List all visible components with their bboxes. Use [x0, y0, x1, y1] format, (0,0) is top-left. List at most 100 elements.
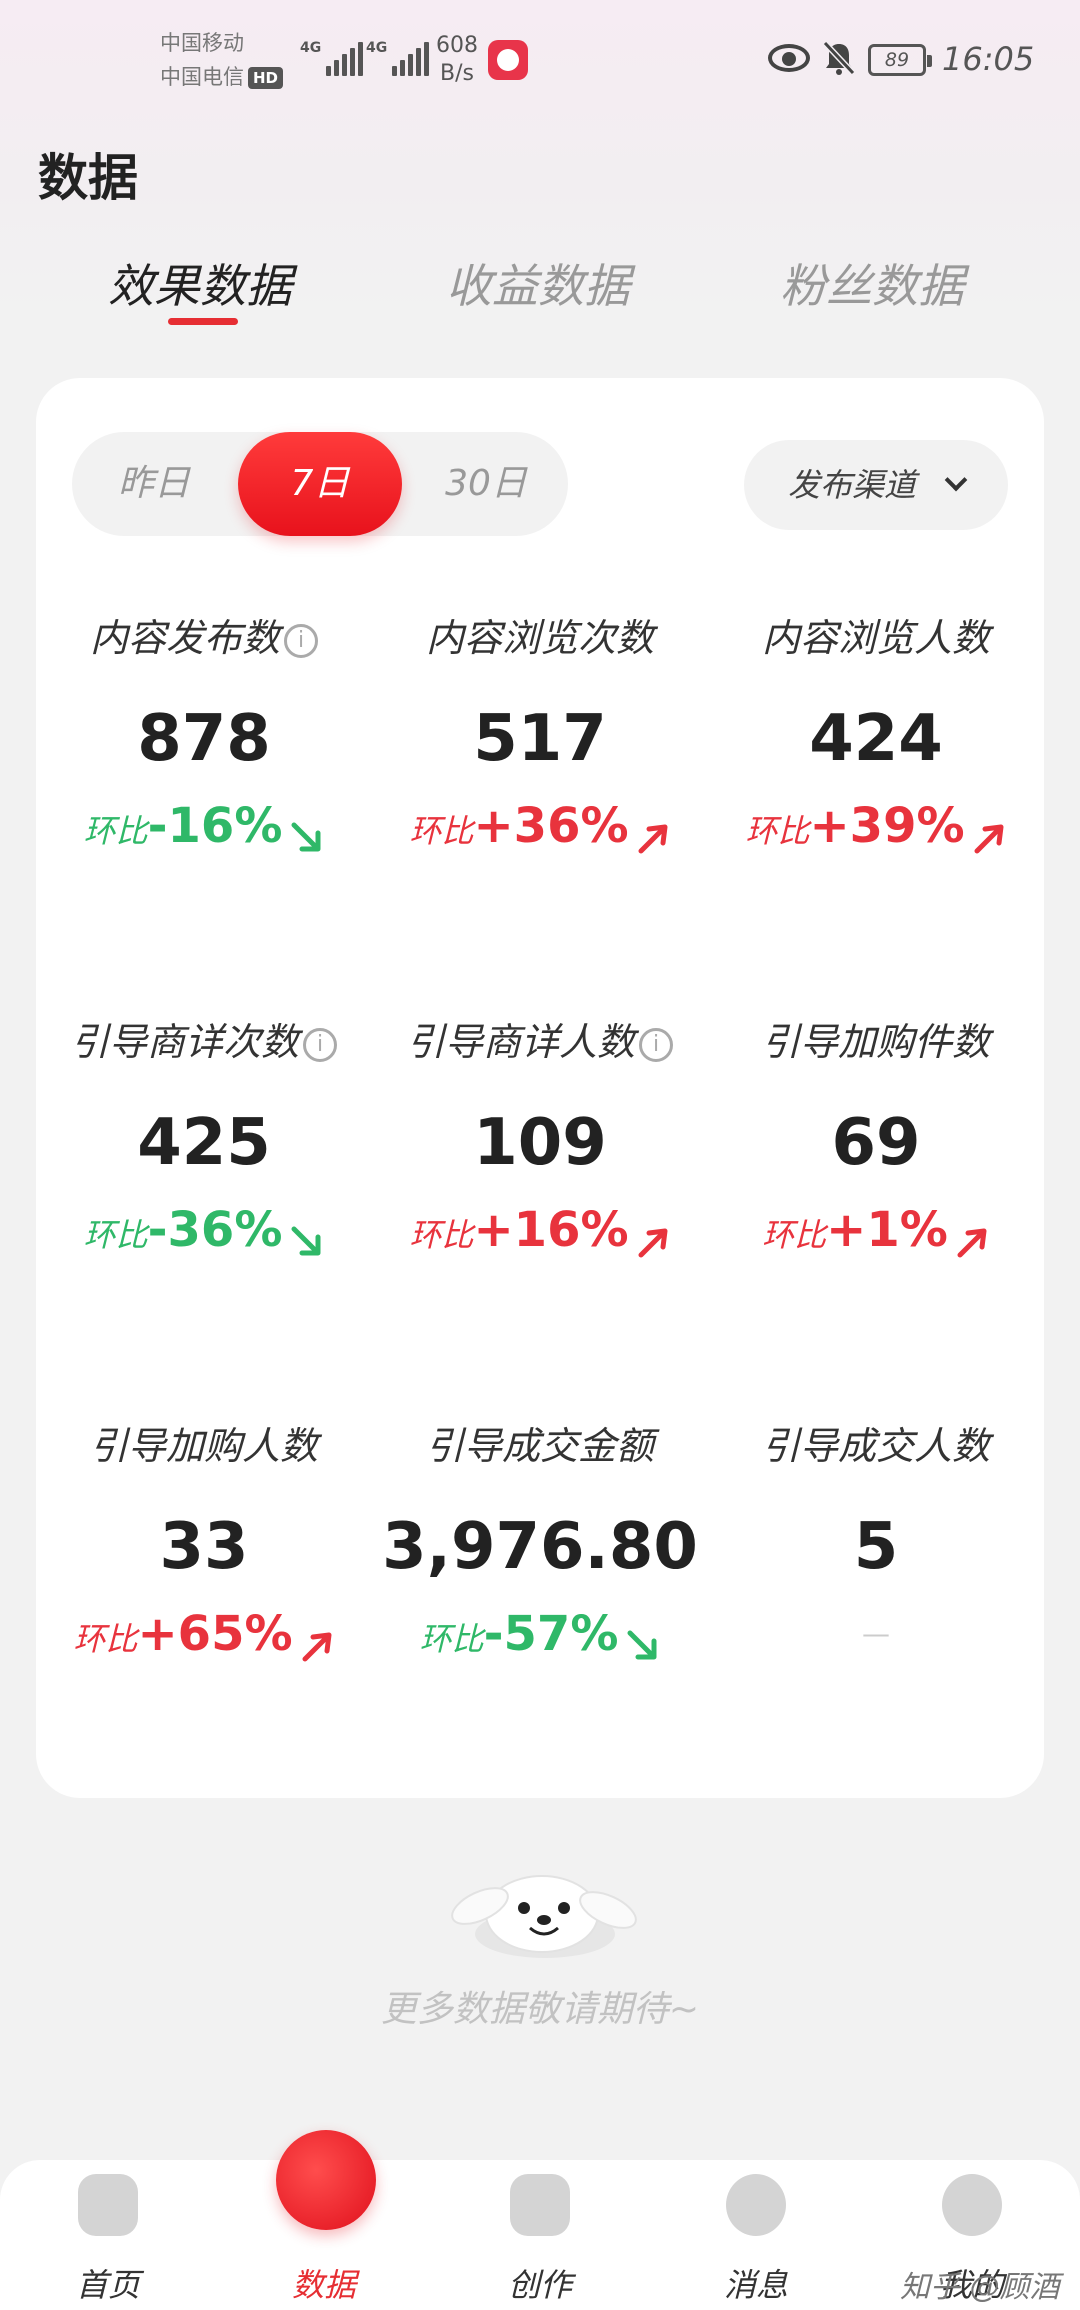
change-prefix: 环比	[409, 812, 474, 850]
change-percent: +65%	[137, 1606, 293, 1662]
metric-value: 109	[473, 1106, 607, 1180]
metric-label: 引导加购件数	[761, 1020, 990, 1064]
bell-muted-icon	[822, 40, 856, 76]
metric-change: 环比+16%	[372, 1202, 708, 1258]
metric-tile: 内容发布数 i 878 环比-16%	[36, 612, 372, 854]
nav-home-label: 首页	[75, 2266, 140, 2304]
metric-tile: 引导商详人数 i 109 环比+16%	[372, 1016, 708, 1258]
tab-bar: 效果数据 收益数据 粉丝数据	[0, 250, 1080, 340]
metric-value: 69	[831, 1106, 921, 1180]
metric-value: 424	[809, 702, 943, 776]
info-icon[interactable]: i	[303, 1027, 337, 1062]
mascot-dog-illustration	[451, 1875, 637, 1958]
change-prefix: 环比	[83, 812, 148, 850]
data-chart-icon	[276, 2130, 376, 2230]
metric-value: 517	[473, 702, 607, 776]
change-prefix: 环比	[745, 812, 810, 850]
info-icon[interactable]: i	[639, 1027, 673, 1062]
metric-label: 引导商详次数 i	[36, 1016, 372, 1068]
period-30-days[interactable]: 30日	[404, 432, 568, 536]
carrier-info: 中国移动 中国电信 HD	[160, 26, 284, 94]
channel-filter-dropdown[interactable]: 发布渠道	[744, 440, 1008, 530]
trend-down-arrow-icon	[291, 1226, 321, 1255]
tab-fans-data[interactable]: 粉丝数据	[780, 250, 964, 316]
network-speed: 608 B/s	[436, 33, 478, 86]
change-prefix: 环比	[83, 1216, 148, 1254]
metric-change: 环比-36%	[36, 1202, 372, 1258]
metric-label: 引导加购人数	[89, 1424, 318, 1468]
metric-change: 环比-57%	[372, 1606, 708, 1662]
metric-change: 环比+65%	[36, 1606, 372, 1662]
carrier-1: 中国移动	[160, 31, 244, 55]
metric-label: 内容浏览次数	[425, 616, 654, 660]
more-data-coming-note: 更多数据敬请期待~	[380, 1989, 700, 2030]
metric-value: 5	[853, 1510, 899, 1584]
signal-strength-icon: 4G	[366, 40, 430, 76]
change-prefix: 环比	[762, 1216, 827, 1254]
eye-icon	[768, 44, 810, 72]
change-percent: +16%	[473, 1202, 629, 1258]
nav-messages-label: 消息	[723, 2266, 788, 2304]
change-prefix: 环比	[409, 1216, 474, 1254]
metric-value: 3,976.80	[382, 1510, 698, 1584]
tab-revenue-data[interactable]: 收益数据	[446, 250, 630, 316]
trend-down-arrow-icon	[627, 1630, 657, 1659]
carrier-2: 中国电信	[160, 65, 244, 89]
metric-label: 内容发布数 i	[36, 612, 372, 664]
metric-change: —	[862, 1617, 890, 1650]
app-notification-icon	[488, 40, 528, 80]
tab-effect-data[interactable]: 效果数据	[108, 250, 292, 316]
clock: 16:05	[942, 40, 1035, 78]
trend-up-arrow-icon	[974, 824, 1004, 853]
trend-down-arrow-icon	[291, 822, 321, 851]
plus-icon	[510, 2174, 570, 2236]
watermark: 知乎 @顾酒	[900, 2270, 1060, 2305]
period-selector: 昨日 7日 30日	[72, 432, 568, 536]
metric-change: 环比+36%	[372, 798, 708, 854]
nav-data[interactable]: 数据	[244, 2130, 404, 2310]
metric-value: 878	[137, 702, 271, 776]
nav-create[interactable]: 创作	[460, 2160, 620, 2310]
home-icon	[78, 2174, 138, 2236]
metric-tile: 内容浏览次数 517 环比+36%	[372, 612, 708, 854]
nav-data-label: 数据	[291, 2266, 356, 2304]
nav-messages[interactable]: 消息	[676, 2160, 836, 2310]
trend-up-arrow-icon	[302, 1632, 332, 1661]
change-prefix: 环比	[419, 1620, 484, 1658]
message-icon	[726, 2174, 786, 2236]
metric-label: 引导成交金额	[425, 1424, 654, 1468]
metric-label: 内容浏览人数	[761, 616, 990, 660]
metric-tile: 引导加购人数 33 环比+65%	[36, 1420, 372, 1662]
chevron-down-icon	[944, 468, 968, 492]
period-yesterday[interactable]: 昨日	[72, 432, 236, 536]
trend-up-arrow-icon	[638, 824, 668, 853]
battery-icon: 89	[868, 44, 932, 76]
metric-tile: 引导商详次数 i 425 环比-36%	[36, 1016, 372, 1258]
metric-change: 环比+39%	[708, 798, 1044, 854]
signal-strength-icon: 4G	[300, 40, 364, 76]
active-tab-indicator	[168, 318, 238, 325]
period-7-days[interactable]: 7日	[238, 432, 402, 536]
metric-label: 引导商详人数 i	[372, 1016, 708, 1068]
trend-up-arrow-icon	[957, 1228, 987, 1257]
channel-filter-label: 发布渠道	[788, 466, 917, 504]
change-percent: +36%	[473, 798, 629, 854]
nav-create-label: 创作	[507, 2266, 572, 2304]
change-percent: +1%	[826, 1202, 948, 1258]
metric-value: 425	[137, 1106, 271, 1180]
change-percent: +39%	[809, 798, 965, 854]
metric-change: 环比+1%	[708, 1202, 1044, 1258]
metric-tile: 内容浏览人数 424 环比+39%	[708, 612, 1044, 854]
change-percent: -36%	[147, 1202, 283, 1258]
hd-badge: HD	[248, 67, 284, 89]
nav-home[interactable]: 首页	[28, 2160, 188, 2310]
metric-tile: 引导加购件数 69 环比+1%	[708, 1016, 1044, 1258]
change-prefix: 环比	[73, 1620, 138, 1658]
page-title: 数据	[38, 149, 138, 207]
metrics-card: 昨日 7日 30日 发布渠道 内容发布数 i 878 环比-16% 内容浏览次数 517 环…	[36, 378, 1044, 1798]
metric-label: 引导成交人数	[761, 1424, 990, 1468]
info-icon[interactable]: i	[284, 623, 318, 658]
trend-up-arrow-icon	[638, 1228, 668, 1257]
metric-value: 33	[159, 1510, 249, 1584]
status-bar: 中国移动 中国电信 HD 4G 4G 608 B/s 89 16:05	[0, 0, 1080, 120]
